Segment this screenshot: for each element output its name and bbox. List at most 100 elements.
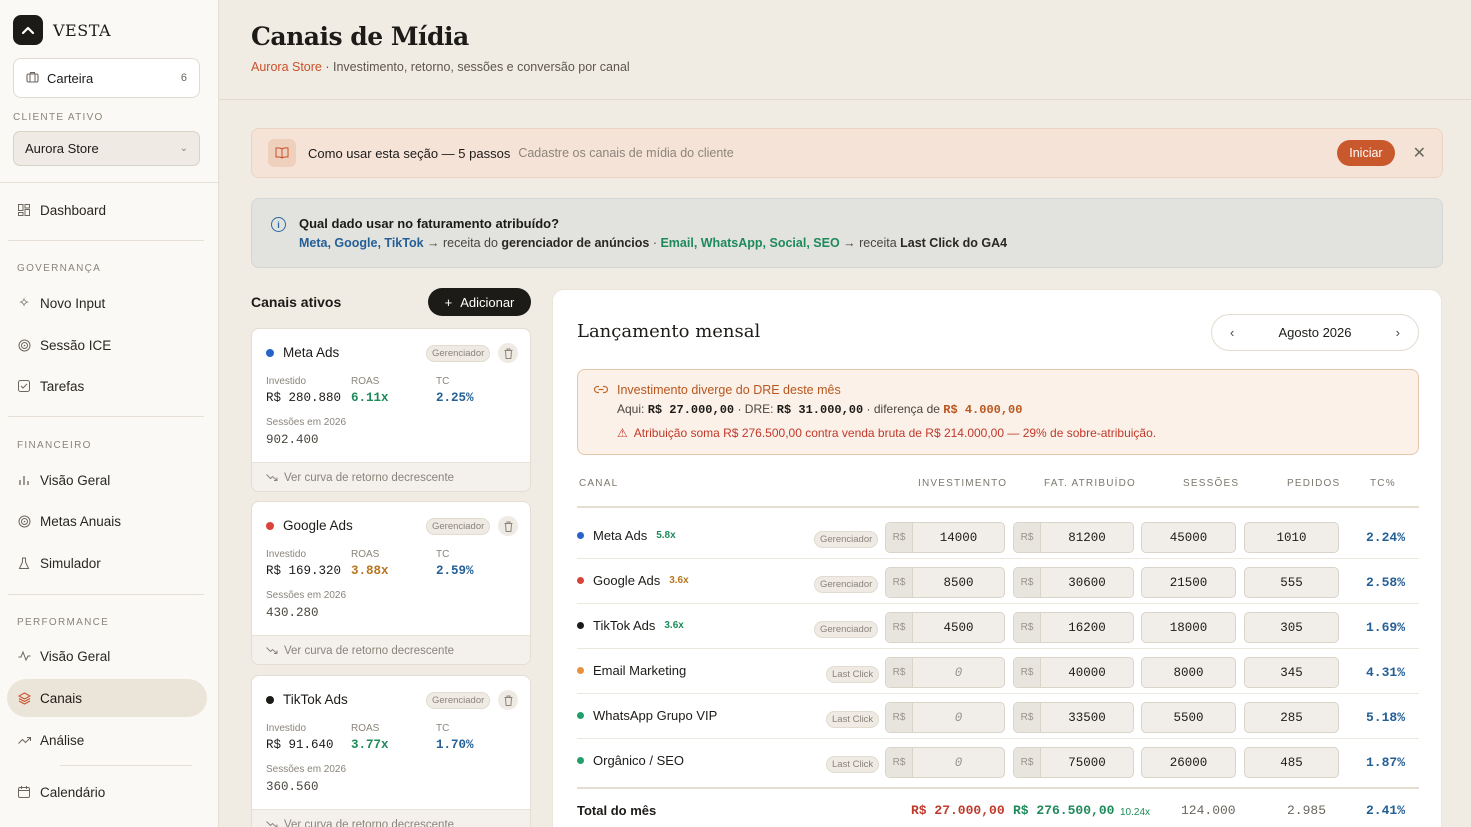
fat-atribuido-input[interactable]: R$ 75000 xyxy=(1013,747,1134,778)
alert-warning: ⚠ Atribuição soma R$ 276.500,00 contra ve… xyxy=(617,426,1156,440)
sidebar-item-novo-input[interactable]: ✧ Novo Input xyxy=(7,284,207,322)
currency-prefix: R$ xyxy=(1014,568,1041,597)
sidebar-item-canais[interactable]: Canais xyxy=(7,679,207,717)
sidebar-item-calendario[interactable]: Calendário xyxy=(7,773,207,811)
total-fat-atribuido: R$ 276.500,00 xyxy=(1013,803,1115,818)
sessoes-input[interactable]: 5500 xyxy=(1141,702,1236,733)
channel-color-dot xyxy=(577,757,584,764)
fat-atribuido-value: 81200 xyxy=(1068,530,1106,545)
total-investimento: R$ 27.000,00 xyxy=(911,803,1005,818)
pedidos-input[interactable]: 305 xyxy=(1244,612,1339,643)
fat-atribuido-value: 75000 xyxy=(1068,755,1106,770)
add-channel-button[interactable]: + Adicionar xyxy=(428,288,531,316)
cliente-ativo-label: CLIENTE ATIVO xyxy=(13,112,104,123)
return-curve-link[interactable]: Ver curva de retorno decrescente xyxy=(252,462,530,491)
table-row-channel: Meta Ads 5.8x xyxy=(577,528,676,543)
sessoes-input[interactable]: 21500 xyxy=(1141,567,1236,598)
investimento-input[interactable]: R$ 0 xyxy=(885,747,1005,778)
channel-name: Email Marketing xyxy=(593,663,687,678)
investimento-input[interactable]: R$ 14000 xyxy=(885,522,1005,553)
col-header-canal: CANAL xyxy=(579,478,619,489)
sidebar-item-sessao-ice[interactable]: Sessão ICE xyxy=(7,326,207,364)
fat-atribuido-input[interactable]: R$ 16200 xyxy=(1013,612,1134,643)
return-curve-label: Ver curva de retorno decrescente xyxy=(284,644,455,657)
channel-card: TikTok Ads Gerenciador Investido ROAS TC R$ 9… xyxy=(251,675,531,827)
pedidos-input[interactable]: 345 xyxy=(1244,657,1339,688)
pedidos-input[interactable]: 1010 xyxy=(1244,522,1339,553)
row-divider xyxy=(577,603,1419,604)
sessions-value: 902.400 xyxy=(266,433,319,447)
channel-name-text: TikTok Ads xyxy=(283,692,348,707)
sidebar-item-simulador[interactable]: Simulador xyxy=(7,544,207,582)
aqui-value: R$ 27.000,00 xyxy=(647,403,735,417)
investimento-input[interactable]: R$ 4500 xyxy=(885,612,1005,643)
sessoes-input[interactable]: 18000 xyxy=(1141,612,1236,643)
row-roas: 3.6x xyxy=(664,620,684,631)
sidebar-item-visao-geral-performance[interactable]: Visão Geral xyxy=(7,637,207,675)
source-tag: Gerenciador xyxy=(426,692,491,709)
sidebar-item-metas-anuais[interactable]: Metas Anuais xyxy=(7,502,207,540)
close-icon[interactable]: ✕ xyxy=(1413,143,1426,163)
book-icon xyxy=(268,139,296,167)
sidebar-item-dashboard[interactable]: Dashboard xyxy=(7,191,207,229)
source-tag: Last Click xyxy=(826,666,880,683)
currency-prefix: R$ xyxy=(886,658,913,687)
row-divider xyxy=(577,648,1419,649)
sessoes-input[interactable]: 26000 xyxy=(1141,747,1236,778)
investimento-input[interactable]: R$ 0 xyxy=(885,657,1005,688)
sessoes-input[interactable]: 45000 xyxy=(1141,522,1236,553)
ads-channels: Meta, Google, TikTok xyxy=(299,236,424,250)
channel-color-dot xyxy=(577,712,584,719)
investimento-input[interactable]: R$ 0 xyxy=(885,702,1005,733)
pedidos-value: 345 xyxy=(1280,665,1303,680)
sessions-value: 360.560 xyxy=(266,780,319,794)
dre-divergence-alert: Investimento diverge do DRE deste mês Aq… xyxy=(577,369,1419,455)
chevron-left-icon[interactable]: ‹ xyxy=(1230,325,1234,340)
info-icon: i xyxy=(271,217,286,232)
carteira-button[interactable]: Carteira 6 xyxy=(13,58,200,98)
sessions-label: Sessões em 2026 xyxy=(266,590,347,601)
sessoes-value: 5500 xyxy=(1173,710,1204,725)
roas-value: 3.77x xyxy=(351,738,389,752)
page-title: Canais de Mídia xyxy=(251,22,469,51)
pedidos-input[interactable]: 555 xyxy=(1244,567,1339,598)
trash-icon[interactable] xyxy=(498,343,518,363)
dre-value: R$ 31.000,00 xyxy=(776,403,864,417)
table-row-channel: Email Marketing xyxy=(577,663,686,678)
trash-icon[interactable] xyxy=(498,690,518,710)
chevron-right-icon[interactable]: › xyxy=(1396,325,1400,340)
tc-label: TC xyxy=(436,549,450,560)
sessoes-value: 21500 xyxy=(1169,575,1208,590)
investimento-value: 4500 xyxy=(943,620,974,635)
info-line: Meta, Google, TikTok → receita do gerenc… xyxy=(299,236,1007,250)
sidebar-item-label: Dashboard xyxy=(40,202,107,218)
brand-logo[interactable]: VESTA xyxy=(13,15,111,45)
trash-icon[interactable] xyxy=(498,516,518,536)
info-arrow: → receita xyxy=(839,236,901,250)
return-curve-link[interactable]: Ver curva de retorno decrescente xyxy=(252,809,530,827)
channel-name: TikTok Ads xyxy=(593,618,656,633)
iniciar-button[interactable]: Iniciar xyxy=(1337,140,1395,166)
sidebar-item-visao-geral-financeiro[interactable]: Visão Geral xyxy=(7,461,207,499)
fat-atribuido-input[interactable]: R$ 33500 xyxy=(1013,702,1134,733)
sessoes-input[interactable]: 8000 xyxy=(1141,657,1236,688)
pedidos-input[interactable]: 485 xyxy=(1244,747,1339,778)
sidebar-item-analise[interactable]: Análise xyxy=(7,721,207,759)
investimento-input[interactable]: R$ 8500 xyxy=(885,567,1005,598)
sidebar-item-label: Visão Geral xyxy=(40,648,111,664)
sidebar-item-tarefas[interactable]: Tarefas xyxy=(7,367,207,405)
client-select[interactable]: Aurora Store ⌄ xyxy=(13,131,200,166)
fat-atribuido-input[interactable]: R$ 40000 xyxy=(1013,657,1134,688)
divider xyxy=(8,240,204,241)
warning-text: Atribuição soma R$ 276.500,00 contra ven… xyxy=(633,426,1157,440)
trending-up-icon xyxy=(17,733,31,747)
pedidos-input[interactable]: 285 xyxy=(1244,702,1339,733)
fat-atribuido-input[interactable]: R$ 81200 xyxy=(1013,522,1134,553)
checkbox-icon xyxy=(17,379,31,393)
roas-label: ROAS xyxy=(351,549,380,560)
investimento-value: 0 xyxy=(954,665,963,680)
fat-atribuido-input[interactable]: R$ 30600 xyxy=(1013,567,1134,598)
investimento-value: 8500 xyxy=(943,575,974,590)
return-curve-label: Ver curva de retorno decrescente xyxy=(284,818,455,827)
return-curve-link[interactable]: Ver curva de retorno decrescente xyxy=(252,635,530,664)
